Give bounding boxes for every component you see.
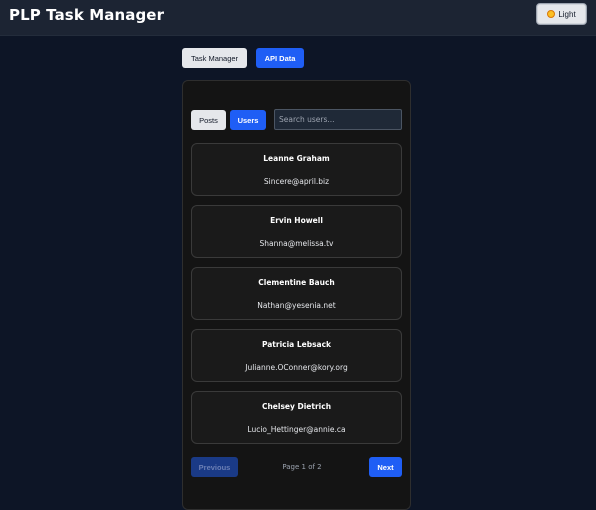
top-bar: PLP Task Manager Light [0, 0, 596, 36]
api-data-nav-button[interactable]: API Data [256, 48, 304, 68]
theme-toggle-button[interactable]: Light [536, 3, 587, 25]
user-name: Leanne Graham [263, 154, 330, 163]
next-page-button[interactable]: Next [369, 457, 402, 477]
user-card[interactable]: Ervin Howell Shanna@melissa.tv [191, 205, 402, 258]
user-email: Lucio_Hettinger@annie.ca [247, 425, 346, 434]
page-indicator: Page 1 of 2 [282, 463, 322, 471]
previous-page-button[interactable]: Previous [191, 457, 238, 477]
search-users-input[interactable] [274, 109, 402, 130]
tab-posts[interactable]: Posts [191, 110, 226, 130]
user-email: Shanna@melissa.tv [259, 239, 334, 248]
user-email: Sincere@april.biz [263, 177, 330, 186]
user-card[interactable]: Leanne Graham Sincere@april.biz [191, 143, 402, 196]
app-title: PLP Task Manager [9, 6, 165, 24]
user-card[interactable]: Clementine Bauch Nathan@yesenia.net [191, 267, 402, 320]
sun-icon [547, 10, 556, 18]
user-card[interactable]: Chelsey Dietrich Lucio_Hettinger@annie.c… [191, 391, 402, 444]
theme-toggle-label: Light [558, 9, 576, 19]
user-name: Ervin Howell [270, 216, 323, 225]
user-name: Chelsey Dietrich [261, 402, 332, 411]
task-manager-nav-button[interactable]: Task Manager [182, 48, 247, 68]
user-email: Julianne.OConner@kory.org [245, 363, 348, 372]
user-name: Clementine Bauch [258, 278, 335, 287]
user-name: Patricia Lebsack [261, 340, 332, 349]
tab-users[interactable]: Users [230, 110, 266, 130]
user-email: Nathan@yesenia.net [257, 301, 336, 310]
user-card[interactable]: Patricia Lebsack Julianne.OConner@kory.o… [191, 329, 402, 382]
